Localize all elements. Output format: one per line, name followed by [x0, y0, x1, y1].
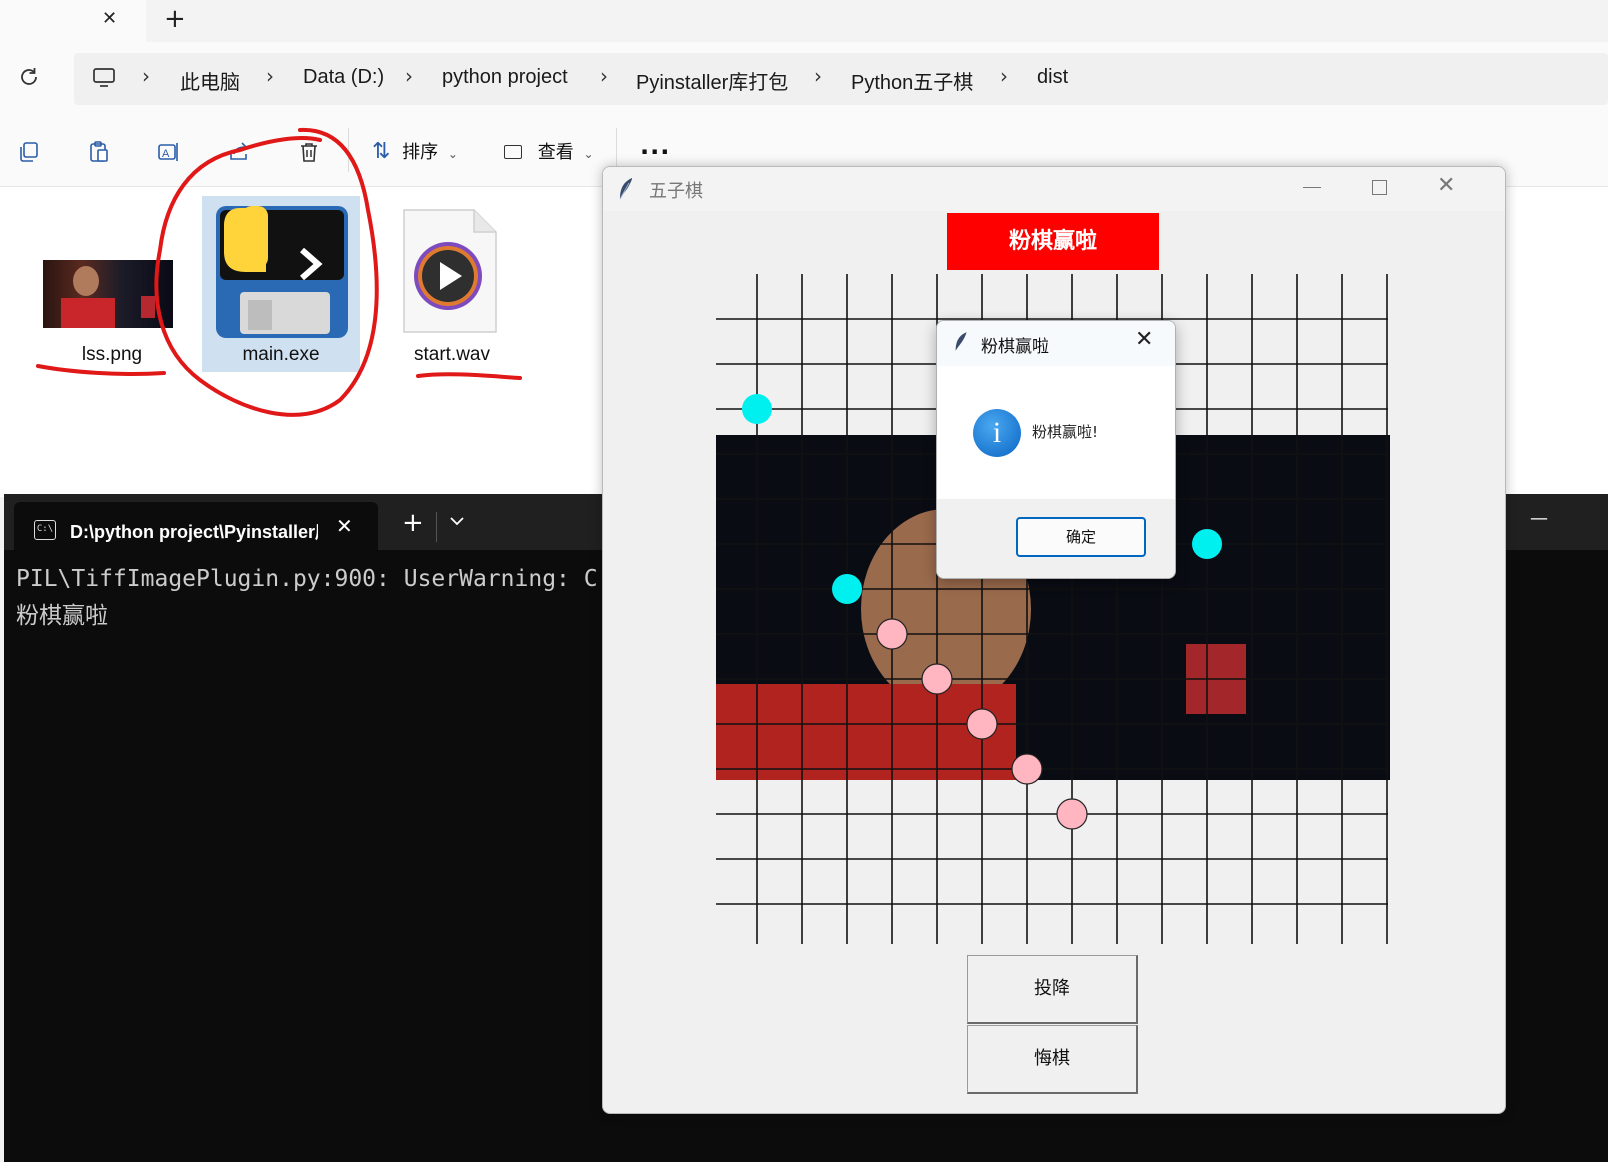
gomoku-window: 五子棋 ✕ 粉棋赢啦 投降 悔棋	[602, 166, 1506, 1114]
dialog-title: 粉棋赢啦	[981, 337, 1049, 357]
chevron-right-icon: ›	[1000, 64, 1008, 88]
undo-button[interactable]: 悔棋	[967, 1025, 1138, 1094]
red-annotation-marks	[36, 127, 522, 417]
pink-stone	[1011, 753, 1043, 785]
tab-separator	[436, 512, 437, 542]
close-window-button[interactable]: ✕	[1437, 173, 1455, 198]
ok-button[interactable]: 确定	[1016, 517, 1146, 557]
pink-stone	[1056, 798, 1088, 830]
terminal-icon: C:\	[34, 520, 56, 540]
dialog-message: 粉棋赢啦!	[1032, 423, 1099, 441]
maximize-button[interactable]	[1372, 180, 1387, 195]
chevron-right-icon: ›	[600, 64, 608, 88]
new-tab-button[interactable]: +	[402, 508, 424, 538]
more-options-button[interactable]: ...	[640, 132, 670, 160]
feather-icon	[953, 331, 969, 357]
terminal-output-line: PIL\TiffImagePlugin.py:900: UserWarning:…	[16, 566, 598, 592]
chevron-right-icon: ›	[814, 64, 822, 88]
message-dialog: 粉棋赢啦 ✕ i 粉棋赢啦! 确定	[936, 320, 1176, 579]
winner-banner: 粉棋赢啦	[947, 213, 1159, 270]
pink-stone	[921, 663, 953, 695]
pink-stone	[966, 708, 998, 740]
terminal-tab-title: D:\python project\Pyinstaller库	[70, 522, 318, 542]
window-title: 五子棋	[649, 181, 703, 202]
terminal-output-line: 粉棋赢啦	[16, 603, 108, 629]
info-icon: i	[973, 409, 1021, 457]
feather-icon	[617, 177, 635, 205]
title-bar	[603, 167, 1505, 211]
close-tab-icon[interactable]: ✕	[336, 514, 353, 538]
breadcrumb-gomoku[interactable]: Python五子棋	[851, 66, 973, 95]
breadcrumb-dist[interactable]: dist	[1037, 66, 1068, 89]
surrender-button[interactable]: 投降	[967, 955, 1138, 1024]
minimize-button[interactable]	[1303, 187, 1321, 188]
cyan-stone	[832, 574, 862, 604]
close-dialog-button[interactable]: ✕	[1135, 327, 1153, 352]
cyan-stone	[1192, 529, 1222, 559]
breadcrumb-pyinstaller[interactable]: Pyinstaller库打包	[636, 66, 788, 95]
tab-dropdown-chevron-icon[interactable]	[448, 512, 466, 534]
pink-stone	[876, 618, 908, 650]
minimize-button[interactable]: —	[1530, 508, 1548, 529]
cyan-stone	[742, 394, 772, 424]
